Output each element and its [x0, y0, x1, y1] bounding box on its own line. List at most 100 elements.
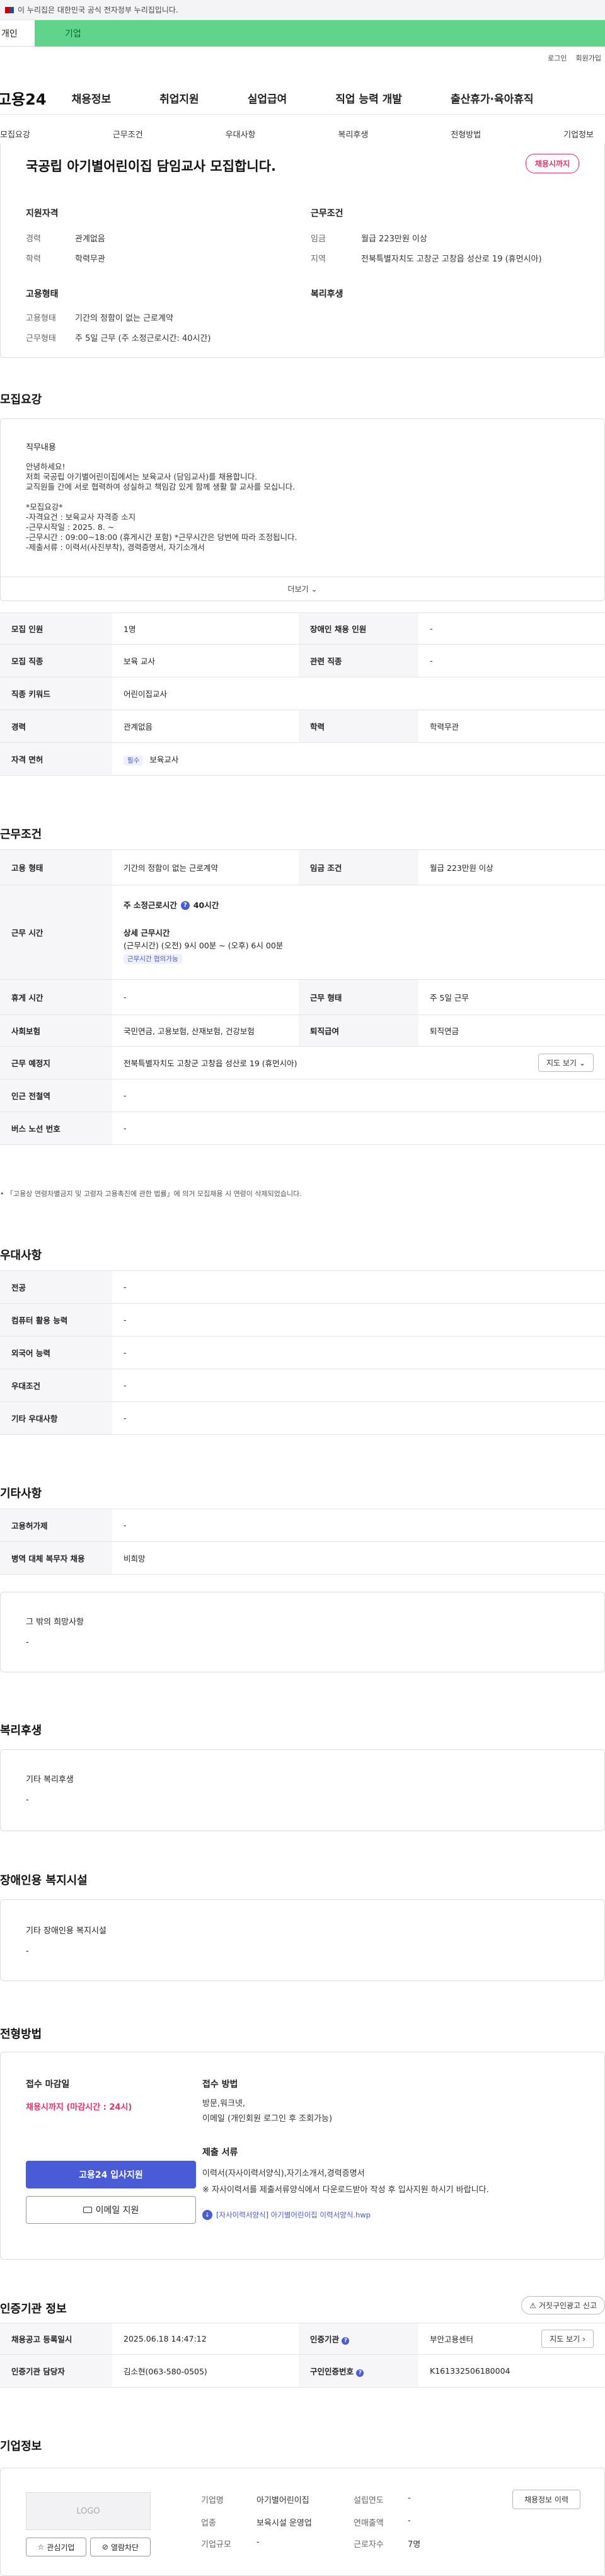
c-emptype-value: 기간의 정함이 없는 근로계약: [112, 849, 299, 885]
gnb-item-unemployment-benefit[interactable]: 실업급여: [248, 90, 287, 106]
subnav-preference[interactable]: 우대사항: [226, 128, 256, 140]
docs-text: 이력서(자사이력서양식),자기소개서,경력증명서 ※ 자사이력서를 제출서류양식…: [202, 2166, 489, 2199]
etc-table: 고용허가제 - 병역 대체 복무자 채용 비희망: [0, 1509, 605, 1575]
chevron-right-icon: ›: [582, 2334, 585, 2343]
info-icon[interactable]: ?: [180, 901, 190, 910]
required-chip: 필수: [124, 756, 144, 766]
region-value: 전북특별자치도 고창군 고창읍 성산로 19 (휴먼시아): [361, 255, 542, 264]
job-line: -근무시간 : 09:00~18:00 (휴게시간 포함) *근무시간은 당번에…: [26, 532, 297, 542]
subnav-recruit[interactable]: 모집요강: [0, 128, 30, 140]
pref-label: 전공: [0, 1270, 112, 1304]
table-row: 고용 형태 기간의 정함이 없는 근로계약 임금 조건 월급 223만원 이상: [0, 849, 605, 885]
gnb-item-jobs[interactable]: 채용정보: [72, 90, 112, 106]
job-desc-title: 직무내용: [26, 443, 56, 452]
org-cell: 부안고용센터 지도 보기 ›: [418, 2323, 605, 2355]
etc-value: -: [112, 1509, 605, 1542]
agency-table: 채용공고 등록일시 2025.06.18 14:47:12 인증기관 ? 부안고…: [0, 2323, 605, 2388]
company-box: LOGO ☆ 관심기업 ⊘ 열람차단 기업명 아기별어린이집 설립연도 - 업종 보…: [0, 2468, 605, 2576]
hours-detail: (근무시간) (오전) 9시 00분 ~ (오후) 6시 00분: [124, 941, 284, 950]
hours-detail-title: 상세 근무시간: [124, 928, 170, 938]
conditions-table: 고용 형태 기간의 정함이 없는 근로계약 임금 조건 월급 223만원 이상 …: [0, 849, 605, 1145]
etc-label: 병역 대체 복무자 채용: [0, 1541, 112, 1575]
subnav-conditions[interactable]: 근무조건: [113, 128, 143, 140]
info-icon[interactable]: ?: [356, 2369, 364, 2377]
industry-label: 업종: [201, 2519, 216, 2528]
license-label: 자격 면허: [0, 742, 112, 776]
other-wishes-value: -: [26, 1638, 29, 1647]
method-line: 이메일 (개인회원 로그인 후 조회가능): [202, 2114, 333, 2124]
rel-label: 관련 직종: [299, 644, 418, 677]
deadline-value: 채용시까지 (마감시간 : 24시): [26, 2103, 132, 2112]
pref-value: -: [112, 1401, 605, 1435]
info-icon[interactable]: ?: [342, 2337, 350, 2345]
map-button[interactable]: 지도 보기 ⌄: [538, 1054, 594, 1072]
false-ad-report-button[interactable]: ⚠ 거짓구인광고 신고: [521, 2296, 605, 2314]
job-history-button[interactable]: 채용정보 이력: [512, 2490, 580, 2509]
more-label: 더보기: [287, 585, 309, 594]
edu-value: 학력무관: [75, 255, 105, 264]
subnav-welfare[interactable]: 복리후생: [338, 128, 368, 140]
c-insurance-label: 사회보험: [0, 1015, 112, 1047]
disabled-value: -: [418, 612, 605, 645]
agency-map-button[interactable]: 지도 보기 ›: [541, 2330, 594, 2348]
global-nav: 고용24 채용정보 취업지원 실업급여 직업 능력 개발 출산휴가·육아휴직: [0, 82, 605, 115]
signup-link[interactable]: 회원가입: [576, 53, 601, 63]
tab-individual[interactable]: 개인: [0, 20, 35, 47]
subnav-company[interactable]: 기업정보: [563, 128, 594, 140]
table-row: 기타 우대사항 -: [0, 1401, 605, 1435]
apply-button[interactable]: 고용24 입사지원: [26, 2161, 196, 2188]
more-button[interactable]: 더보기 ⌄: [1, 577, 604, 601]
gnb-item-parental-leave[interactable]: 출산휴가·육아휴직: [451, 90, 534, 106]
cert-no-label-text: 구인인증번호: [310, 2367, 354, 2376]
manager-label: 인증기관 담당자: [0, 2354, 112, 2388]
resume-form-link[interactable]: ↓ [자사이력서양식] 아기별어린이집 이력서양식.hwp: [202, 2210, 371, 2220]
sales-label: 연매출액: [354, 2519, 384, 2528]
rel-value: -: [418, 644, 605, 677]
job-line: -근무시작일 : 2025. 8. ~: [26, 522, 115, 532]
block-view-button[interactable]: ⊘ 열람차단: [90, 2538, 151, 2556]
pref-label: 기타 우대사항: [0, 1401, 112, 1435]
disability-box: 기타 장애인용 복지시설 -: [0, 1899, 605, 1981]
gnb-item-employment-support[interactable]: 취업지원: [159, 90, 199, 106]
table-row: 우대조건 -: [0, 1369, 605, 1402]
disability-section-title: 장애인용 복지시설: [0, 1874, 88, 1887]
resume-form-link-label: [자사이력서양식] 아기별어린이집 이력서양식.hwp: [216, 2211, 371, 2219]
table-row: 병역 대체 복무자 채용 비희망: [0, 1541, 605, 1575]
cert-no-label: 구인인증번호 ?: [299, 2354, 418, 2388]
worktype-value: 주 5일 근무 (주 소정근로시간: 40시간): [75, 334, 211, 343]
table-row: 인증기관 담당자 김소현(063-580-0505) 구인인증번호 ? K161…: [0, 2354, 605, 2388]
site-logo[interactable]: 고용24: [0, 87, 47, 109]
job-line: *모집요강*: [26, 502, 63, 512]
selection-section-title: 전형방법: [0, 2028, 42, 2041]
other-wishes-title: 그 밖의 희망사항: [26, 1618, 84, 1627]
job-line: 저희 국공립 아기별어린이집에서는 보육교사 (담임교사)를 채용합니다.: [26, 472, 258, 481]
job-line: 교직원들 간에 서로 협력하여 성실하고 책임감 있게 함께 생활 할 교사를 …: [26, 482, 296, 492]
founded-value: -: [408, 2493, 411, 2503]
login-link[interactable]: 로그인: [548, 53, 567, 63]
c-hours-label: 근무 시간: [0, 885, 112, 980]
disability-box-value: -: [26, 1946, 29, 1956]
sales-value: -: [408, 2516, 411, 2526]
c-place-value: 전북특별자치도 고창군 고창읍 성산로 19 (휴먼시아): [124, 1059, 297, 1068]
staff-label: 근로자수: [354, 2540, 384, 2550]
tab-enterprise[interactable]: 기업: [35, 20, 605, 47]
license-value: 보육교사: [149, 755, 179, 764]
reg-label: 채용공고 등록일시: [0, 2323, 112, 2355]
mail-icon: [83, 2207, 92, 2213]
table-row: 외국어 능력 -: [0, 1336, 605, 1369]
email-apply-button[interactable]: 이메일 지원: [26, 2196, 196, 2224]
docs-line: ※ 자사이력서를 제출서류양식에서 다운로드받아 작성 후 입사지원 하시기 바…: [202, 2185, 489, 2195]
weekly-hours-label: 주 소정근로시간: [124, 900, 177, 910]
map-button-label: 지도 보기: [546, 1059, 577, 1067]
docs-line: 이력서(자사이력서양식),자기소개서,경력증명서: [202, 2169, 365, 2178]
edu-row-value: 학력무관: [418, 710, 605, 743]
chevron-down-icon: ⌄: [579, 1058, 585, 1067]
subnav-selection[interactable]: 전형방법: [451, 128, 481, 140]
c-pension-value: 퇴직연금: [418, 1015, 605, 1047]
method-line: 방문,워크넷,: [202, 2099, 246, 2108]
interest-company-button[interactable]: ☆ 관심기업: [26, 2538, 86, 2556]
table-row: 직종 키워드 어린이집교사: [0, 677, 605, 710]
gnb-item-skills[interactable]: 직업 능력 개발: [335, 90, 402, 106]
etc-label: 고용허가제: [0, 1509, 112, 1542]
edu-row-label: 학력: [299, 710, 418, 743]
